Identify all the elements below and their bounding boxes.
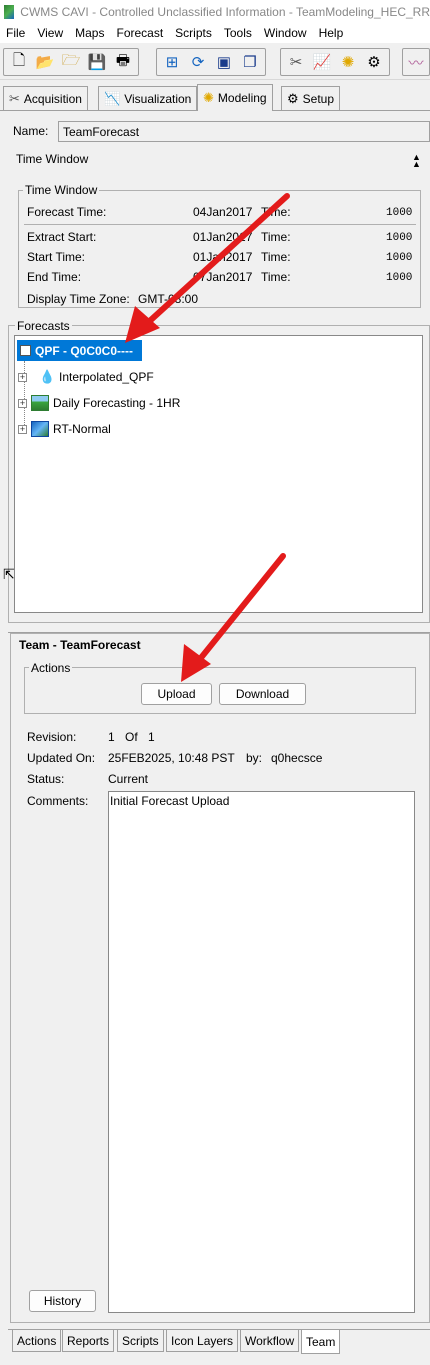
- annotation-arrow-forecasts: [125, 193, 290, 343]
- modeling-icon: ✺: [203, 90, 214, 105]
- tab-modeling-label: Modeling: [217, 91, 267, 105]
- annotation-overlay: [125, 193, 290, 682]
- annotation-arrow-upload: [181, 553, 286, 682]
- tab-modeling[interactable]: ✺ Modeling: [197, 84, 273, 111]
